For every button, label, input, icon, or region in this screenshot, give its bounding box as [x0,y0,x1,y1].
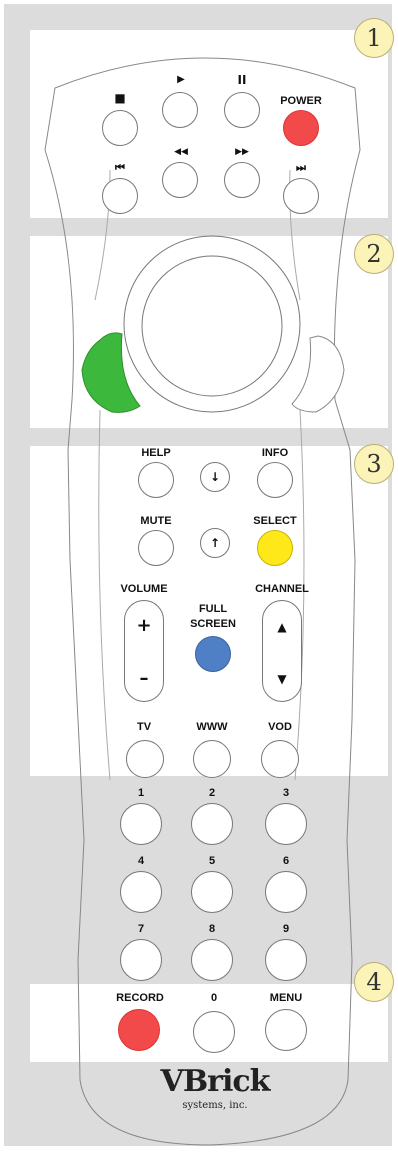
stop-button[interactable] [102,110,138,146]
channel-down-icon: ▼ [277,672,287,686]
section-badge-3: 3 [354,444,394,484]
section-badge-1: 1 [354,18,394,58]
skip-back-button[interactable] [102,178,138,214]
mute-label: MUTE [140,515,172,527]
channel-label: CHANNEL [255,583,309,595]
stop-icon: ■ [114,91,126,105]
key-6-label: 6 [282,855,290,867]
key-0-button[interactable] [193,1011,235,1053]
key-6-button[interactable] [265,871,307,913]
key-3-button[interactable] [265,803,307,845]
vod-button[interactable] [261,740,299,778]
help-label: HELP [141,447,171,459]
up-arrow-icon: ↑ [209,536,221,550]
key-5-label: 5 [208,855,216,867]
fast-forward-button[interactable] [224,162,260,198]
key-9-button[interactable] [265,939,307,981]
skip-back-icon: ⏮ [115,161,125,174]
volume-label: VOLUME [120,583,168,595]
rewind-button[interactable] [162,162,198,198]
fullscreen-button[interactable] [195,636,231,672]
www-label: WWW [196,721,228,733]
volume-plus-icon: + [136,615,152,636]
down-arrow-icon: ↓ [209,470,221,484]
key-4-button[interactable] [120,871,162,913]
info-label: INFO [261,447,289,459]
key-0-label: 0 [210,992,218,1004]
power-button[interactable] [283,110,319,146]
help-button[interactable] [138,462,174,498]
key-7-button[interactable] [120,939,162,981]
record-label: RECORD [116,992,164,1004]
fullscreen-label-line-1: FULL [198,603,228,615]
key-9-label: 9 [282,923,290,935]
pause-icon: II [237,73,247,87]
fullscreen-label-line-2: SCREEN [190,618,236,630]
select-button[interactable] [257,530,293,566]
section-badge-2: 2 [354,234,394,274]
key-8-button[interactable] [191,939,233,981]
www-button[interactable] [193,740,231,778]
brand-logo: VBrick [160,1064,271,1099]
key-5-button[interactable] [191,871,233,913]
fast-forward-icon: ▶▶ [235,147,249,157]
skip-forward-icon: ⏭ [296,161,306,174]
vod-label: VOD [268,721,292,733]
section-badge-4: 4 [354,962,394,1002]
key-3-label: 3 [282,787,290,799]
key-2-label: 2 [208,787,216,799]
volume-minus-icon: – [139,668,149,689]
channel-up-icon: ▲ [277,620,287,634]
info-button[interactable] [257,462,293,498]
tv-label: TV [136,721,152,733]
key-4-label: 4 [137,855,145,867]
tv-button[interactable] [126,740,164,778]
key-1-label: 1 [137,787,145,799]
key-7-label: 7 [137,923,145,935]
key-1-button[interactable] [120,803,162,845]
channel-rocker[interactable] [262,600,302,702]
record-button[interactable] [118,1009,160,1051]
key-2-button[interactable] [191,803,233,845]
menu-button[interactable] [265,1009,307,1051]
pause-button[interactable] [224,92,260,128]
power-label: POWER [280,95,322,107]
mute-button[interactable] [138,530,174,566]
play-button[interactable] [162,92,198,128]
remote-diagram: 1 2 3 4 ■ ▶ II POWER ⏮ ◀◀ ▶▶ ⏭ HELP ↓ IN… [0,0,398,1152]
rewind-icon: ◀◀ [174,147,188,157]
key-8-label: 8 [208,923,216,935]
menu-label: MENU [269,992,303,1004]
select-label: SELECT [253,515,297,527]
right-side-key[interactable] [0,0,398,1152]
play-icon: ▶ [177,74,185,85]
skip-forward-button[interactable] [283,178,319,214]
brand-subtitle: systems, inc. [182,1100,248,1111]
